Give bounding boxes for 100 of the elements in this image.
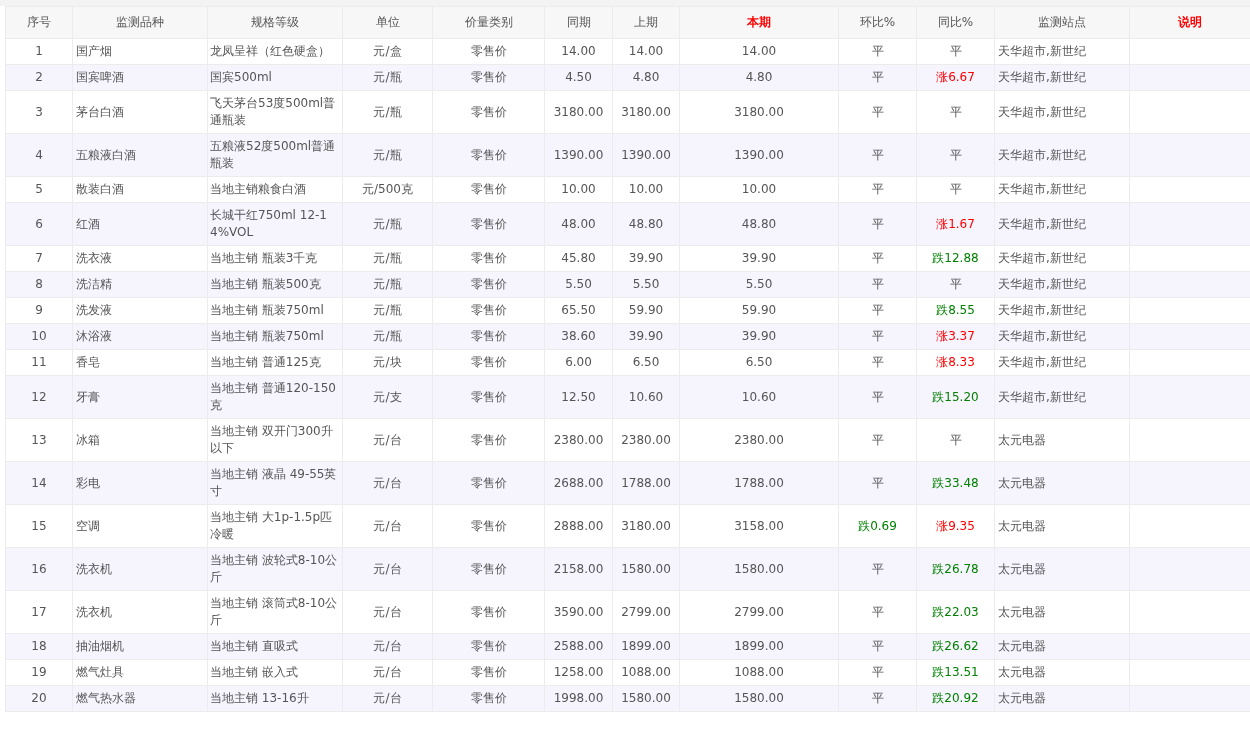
- table-cell: 3158.00: [679, 504, 839, 548]
- table-cell: 天华超市,新世纪: [994, 297, 1130, 324]
- table-cell: 1899.00: [679, 633, 839, 660]
- table-cell: 2380.00: [612, 418, 680, 462]
- table-cell: 3180.00: [544, 90, 613, 134]
- table-cell: 五粮液52度500ml普通瓶装: [207, 133, 343, 177]
- table-cell: 零售价: [432, 659, 545, 686]
- table-cell: 散装白酒: [72, 176, 208, 203]
- table-cell: 零售价: [432, 202, 545, 246]
- table-cell: 太元电器: [994, 547, 1130, 591]
- table-cell: 元/台: [342, 504, 433, 548]
- table-cell: 国产烟: [72, 38, 208, 65]
- table-cell: 太元电器: [994, 418, 1130, 462]
- table-cell: 2799.00: [612, 590, 680, 634]
- column-header: 序号: [5, 6, 73, 39]
- table-cell: 1788.00: [612, 461, 680, 505]
- table-cell: 2888.00: [544, 504, 613, 548]
- table-cell: 跌13.51: [916, 659, 995, 686]
- table-cell: 59.90: [612, 297, 680, 324]
- table-cell: 元/台: [342, 418, 433, 462]
- table-cell: 平: [838, 685, 917, 712]
- table-cell: 平: [838, 202, 917, 246]
- table-cell: 当地主销 瓶装3千克: [207, 245, 343, 272]
- table-cell: 平: [838, 176, 917, 203]
- table-cell: 跌8.55: [916, 297, 995, 324]
- table-cell: 太元电器: [994, 685, 1130, 712]
- table-cell: 元/台: [342, 590, 433, 634]
- table-cell: 零售价: [432, 461, 545, 505]
- table-cell: 12: [5, 375, 73, 419]
- table-cell: 平: [838, 323, 917, 350]
- table-cell: 香皂: [72, 349, 208, 376]
- table-cell: 48.00: [544, 202, 613, 246]
- table-cell: 13: [5, 418, 73, 462]
- table-cell: 元/瓶: [342, 133, 433, 177]
- table-cell: 长城干红750ml 12-14%VOL: [207, 202, 343, 246]
- table-cell: 元/瓶: [342, 271, 433, 298]
- table-cell: 太元电器: [994, 633, 1130, 660]
- table-cell: 天华超市,新世纪: [994, 202, 1130, 246]
- table-cell: 1998.00: [544, 685, 613, 712]
- table-cell: 平: [838, 133, 917, 177]
- table-cell: 跌22.03: [916, 590, 995, 634]
- table-cell: 2688.00: [544, 461, 613, 505]
- table-cell: 1088.00: [612, 659, 680, 686]
- table-cell: 5.50: [679, 271, 839, 298]
- table-cell: 天华超市,新世纪: [994, 323, 1130, 350]
- column-header: 单位: [342, 6, 433, 39]
- table-cell: 1390.00: [612, 133, 680, 177]
- table-cell: 平: [838, 547, 917, 591]
- table-cell: 2158.00: [544, 547, 613, 591]
- table-cell: 2588.00: [544, 633, 613, 660]
- table-cell: 4.50: [544, 64, 613, 91]
- column-header: 规格等级: [207, 6, 343, 39]
- table-cell: 当地主销 瓶装750ml: [207, 323, 343, 350]
- table-cell: 平: [838, 375, 917, 419]
- table-cell: 跌20.92: [916, 685, 995, 712]
- table-cell: 4.80: [679, 64, 839, 91]
- table-cell: 平: [838, 349, 917, 376]
- table-cell: 1258.00: [544, 659, 613, 686]
- table-cell: 跌12.88: [916, 245, 995, 272]
- column-header: 价量类别: [432, 6, 545, 39]
- table-cell: 冰箱: [72, 418, 208, 462]
- table-cell: 9: [5, 297, 73, 324]
- table-cell: 6.50: [679, 349, 839, 376]
- table-cell: 茅台白酒: [72, 90, 208, 134]
- table-cell: 平: [838, 245, 917, 272]
- table-cell: 平: [838, 659, 917, 686]
- column-header: 监测品种: [72, 6, 208, 39]
- table-cell: 零售价: [432, 245, 545, 272]
- table-cell: 零售价: [432, 375, 545, 419]
- table-cell: 15: [5, 504, 73, 548]
- table-cell: 8: [5, 271, 73, 298]
- table-cell: 天华超市,新世纪: [994, 38, 1130, 65]
- table-cell: 元/瓶: [342, 245, 433, 272]
- table-cell: 5: [5, 176, 73, 203]
- table-cell: 天华超市,新世纪: [994, 90, 1130, 134]
- table-cell: 空调: [72, 504, 208, 548]
- table-cell: 洗发液: [72, 297, 208, 324]
- table-cell: 元/台: [342, 633, 433, 660]
- table-cell: 洗衣机: [72, 547, 208, 591]
- table-cell: 10: [5, 323, 73, 350]
- column-header: 说明: [1129, 6, 1250, 39]
- table-cell: 红酒: [72, 202, 208, 246]
- table-cell: 元/块: [342, 349, 433, 376]
- table-cell: 天华超市,新世纪: [994, 349, 1130, 376]
- table-cell: 38.60: [544, 323, 613, 350]
- table-cell: 平: [916, 418, 995, 462]
- table-cell: 1390.00: [544, 133, 613, 177]
- table-cell: 涨3.37: [916, 323, 995, 350]
- table-cell: 当地主销 滚筒式8-10公斤: [207, 590, 343, 634]
- table-cell: 当地主销 普通125克: [207, 349, 343, 376]
- table-cell: 平: [838, 633, 917, 660]
- table-cell: 6.50: [612, 349, 680, 376]
- table-cell: 平: [838, 271, 917, 298]
- table-cell: 天华超市,新世纪: [994, 271, 1130, 298]
- table-cell: 元/500克: [342, 176, 433, 203]
- table-cell: 零售价: [432, 685, 545, 712]
- table-cell: 涨9.35: [916, 504, 995, 548]
- table-cell: 16: [5, 547, 73, 591]
- table-cell: 抽油烟机: [72, 633, 208, 660]
- table-cell: 1580.00: [612, 547, 680, 591]
